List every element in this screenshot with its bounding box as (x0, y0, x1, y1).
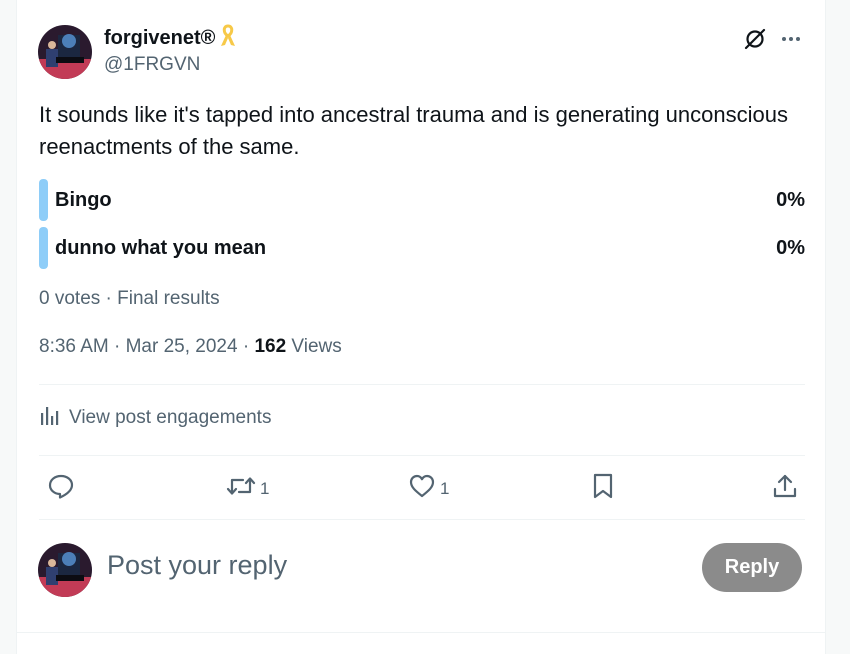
bookmark-action[interactable] (591, 472, 615, 505)
avatar[interactable] (38, 25, 92, 79)
retweet-count: 1 (260, 478, 270, 498)
share-icon (771, 472, 799, 505)
reply-button[interactable]: Reply (702, 543, 802, 592)
poll-option: dunno what you mean 0% (39, 227, 805, 269)
poll-option-label: dunno what you mean (55, 236, 267, 259)
reply-icon (47, 472, 75, 505)
share-action[interactable] (771, 472, 799, 505)
author-row: forgivenet® (104, 24, 237, 53)
like-count: 1 (440, 478, 450, 498)
engagements-label: View post engagements (69, 407, 272, 428)
views-label: Views (286, 336, 342, 357)
bookmark-icon (591, 472, 615, 505)
like-icon (408, 472, 436, 505)
poll-option: Bingo 0% (39, 179, 805, 221)
divider (17, 632, 825, 633)
divider (39, 519, 805, 520)
views-count: 162 (254, 336, 287, 357)
post-card: forgivenet® @1FRGVN It sounds like it's … (16, 0, 826, 654)
poll-bar (39, 179, 48, 221)
poll-bar (39, 227, 48, 269)
poll-option-percent: 0% (776, 236, 805, 259)
analytics-icon (39, 404, 61, 432)
retweet-icon (226, 472, 256, 505)
post-text: It sounds like it's tapped into ancestra… (39, 102, 788, 159)
time-date[interactable]: 8:36 AM · Mar 25, 2024 · (39, 336, 254, 357)
poll-summary: 0 votes · Final results (39, 288, 220, 309)
ribbon-icon (219, 24, 237, 53)
more-icon[interactable] (779, 27, 803, 51)
divider (39, 384, 805, 385)
poll-option-label: Bingo (55, 188, 112, 211)
reply-input[interactable]: Post your reply (107, 550, 287, 581)
post-timestamp: 8:36 AM · Mar 25, 2024 · 162 Views (39, 336, 342, 358)
like-action[interactable]: 1 (408, 472, 449, 505)
poll-option-percent: 0% (776, 188, 805, 211)
author-handle[interactable]: @1FRGVN (104, 54, 200, 76)
retweet-action[interactable]: 1 (226, 472, 269, 505)
view-engagements-link[interactable]: View post engagements (39, 404, 271, 432)
reply-action[interactable] (47, 472, 75, 505)
author-name[interactable]: forgivenet® (104, 27, 215, 50)
grok-icon[interactable] (743, 27, 767, 51)
divider (39, 455, 805, 456)
avatar[interactable] (38, 543, 92, 597)
